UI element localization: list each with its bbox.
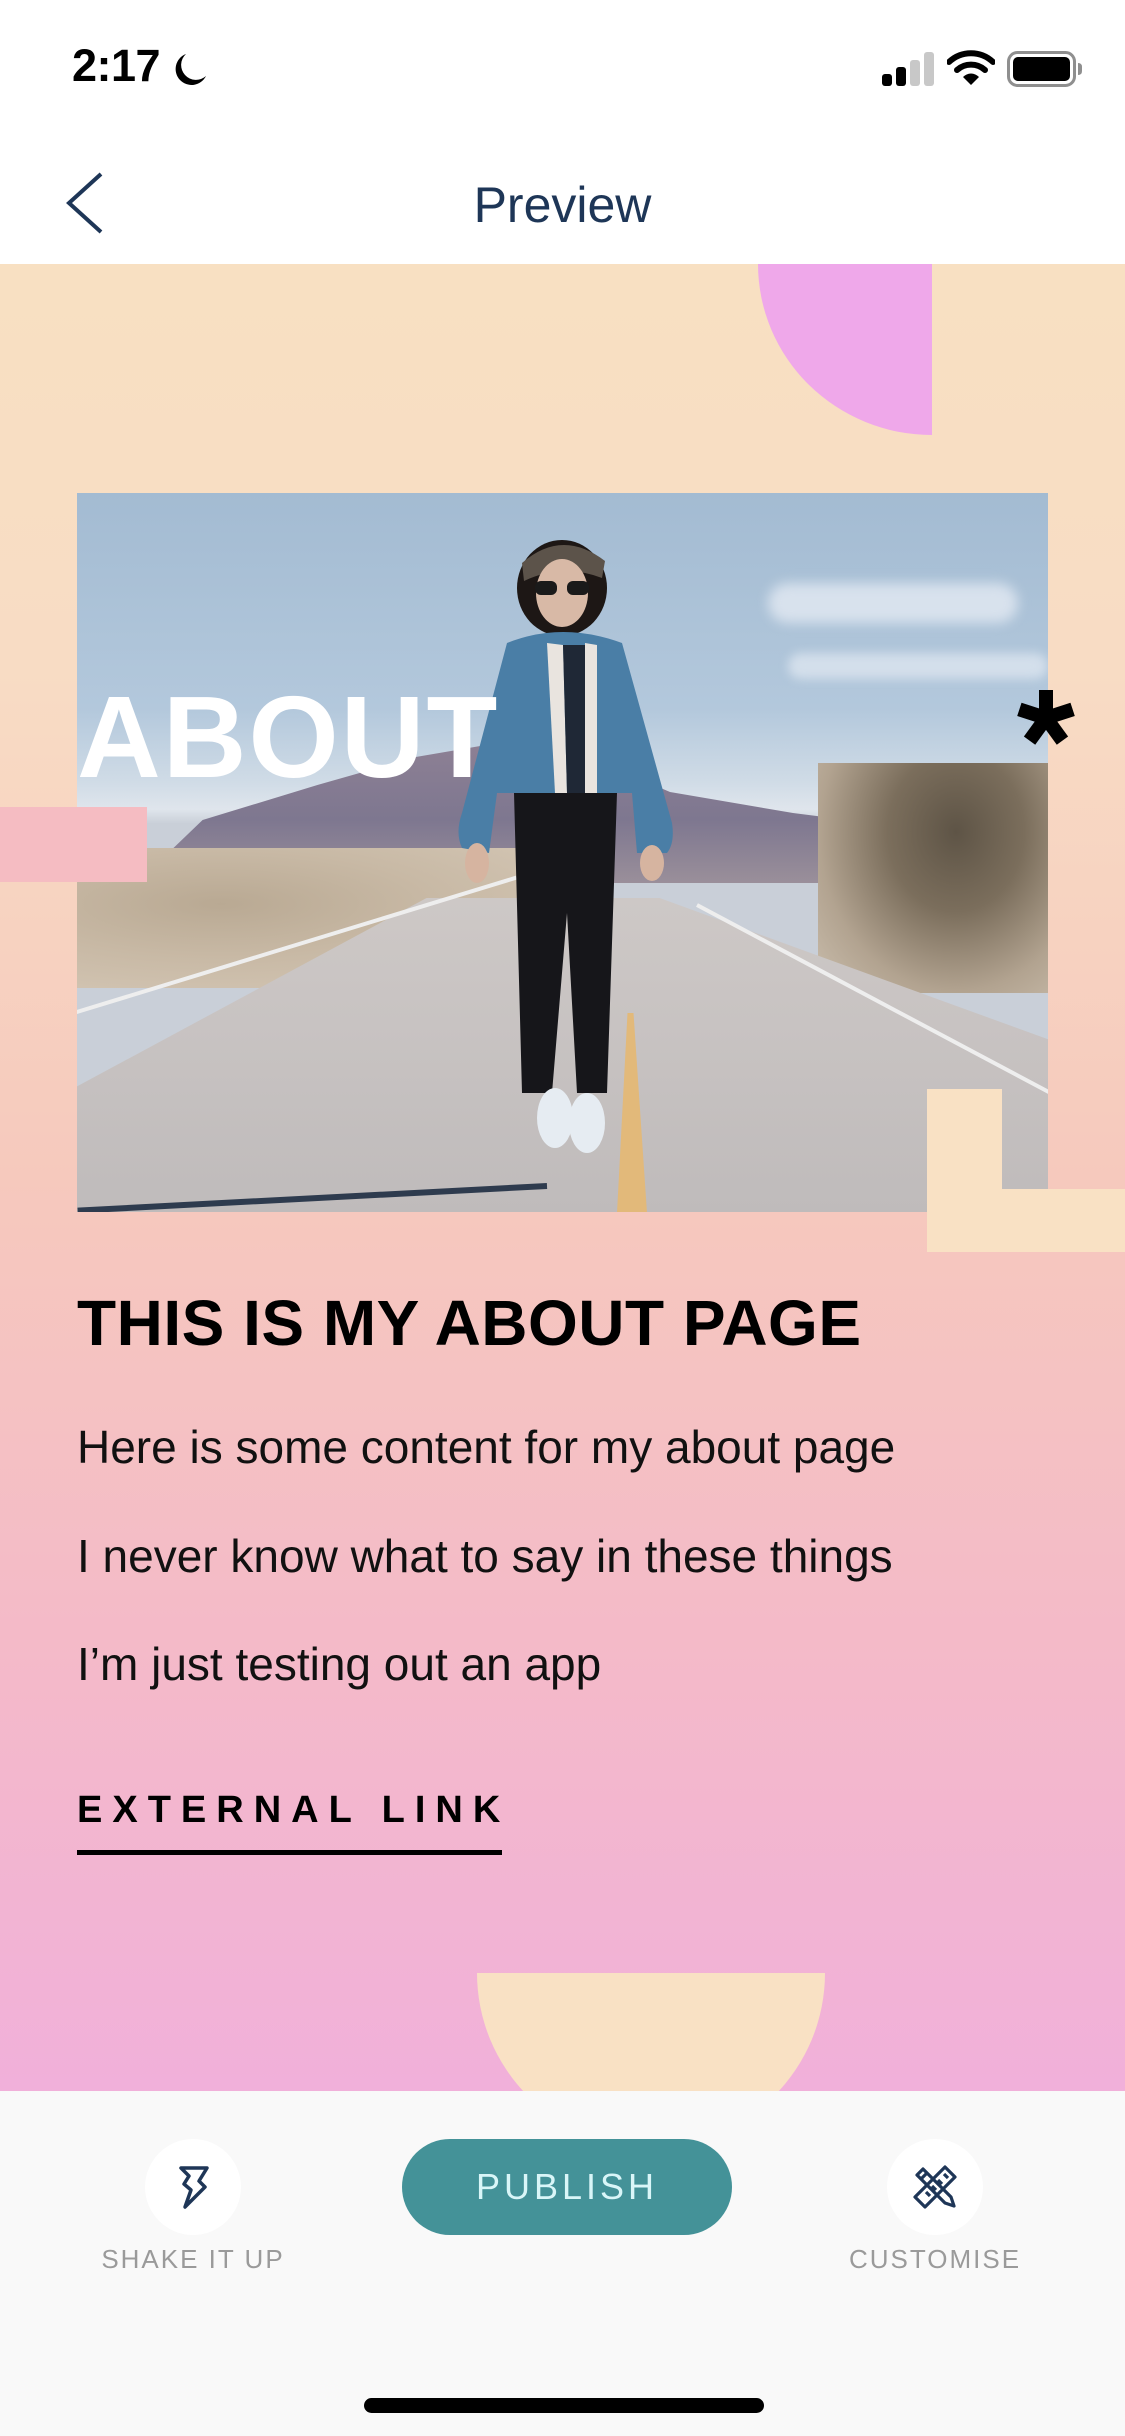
shake-it-up-button[interactable] [145, 2139, 241, 2235]
hero-photo [77, 493, 1048, 1212]
asterisk-icon [1017, 690, 1075, 745]
lightning-icon [179, 2166, 209, 2209]
battery-icon [1007, 51, 1082, 87]
pencil-ruler-icon [913, 2165, 957, 2209]
decorative-pink-bar [0, 807, 147, 882]
decorative-half-circle [477, 1973, 825, 2091]
content-title: THIS IS MY ABOUT PAGE [77, 1287, 862, 1359]
status-bar: 2:17 [0, 0, 1125, 130]
external-link[interactable]: EXTERNAL LINK [77, 1789, 502, 1855]
photo-person [458, 540, 673, 1153]
home-indicator[interactable] [364, 2398, 764, 2413]
signal-icon [882, 52, 934, 86]
status-time: 2:17 [72, 40, 161, 91]
shake-it-up-label: SHAKE IT UP [101, 2244, 285, 2274]
customise-button[interactable] [887, 2139, 983, 2235]
nav-header: Preview [0, 130, 1125, 264]
decorative-quarter-circle [758, 264, 932, 435]
customise-label: CUSTOMISE [848, 2244, 1022, 2274]
decorative-l-horizontal [927, 1189, 1125, 1252]
content-paragraph: I never know what to say in these things [77, 1530, 893, 1582]
preview-canvas: ABOUT THIS IS MY ABOUT PAGE Here is some… [0, 264, 1125, 2091]
page-title: Preview [473, 177, 652, 233]
moon-icon [175, 54, 206, 85]
decorative-l-shape [927, 1089, 1125, 1252]
content-paragraph: I’m just testing out an app [77, 1638, 602, 1690]
content-paragraph: Here is some content for my about page [77, 1421, 896, 1473]
section-heading: ABOUT [77, 672, 500, 802]
bottom-action-bar: SHAKE IT UP PUBLISH CUSTOMISE [0, 2091, 1125, 2436]
publish-button[interactable]: PUBLISH [402, 2139, 732, 2235]
wifi-icon [947, 50, 995, 85]
